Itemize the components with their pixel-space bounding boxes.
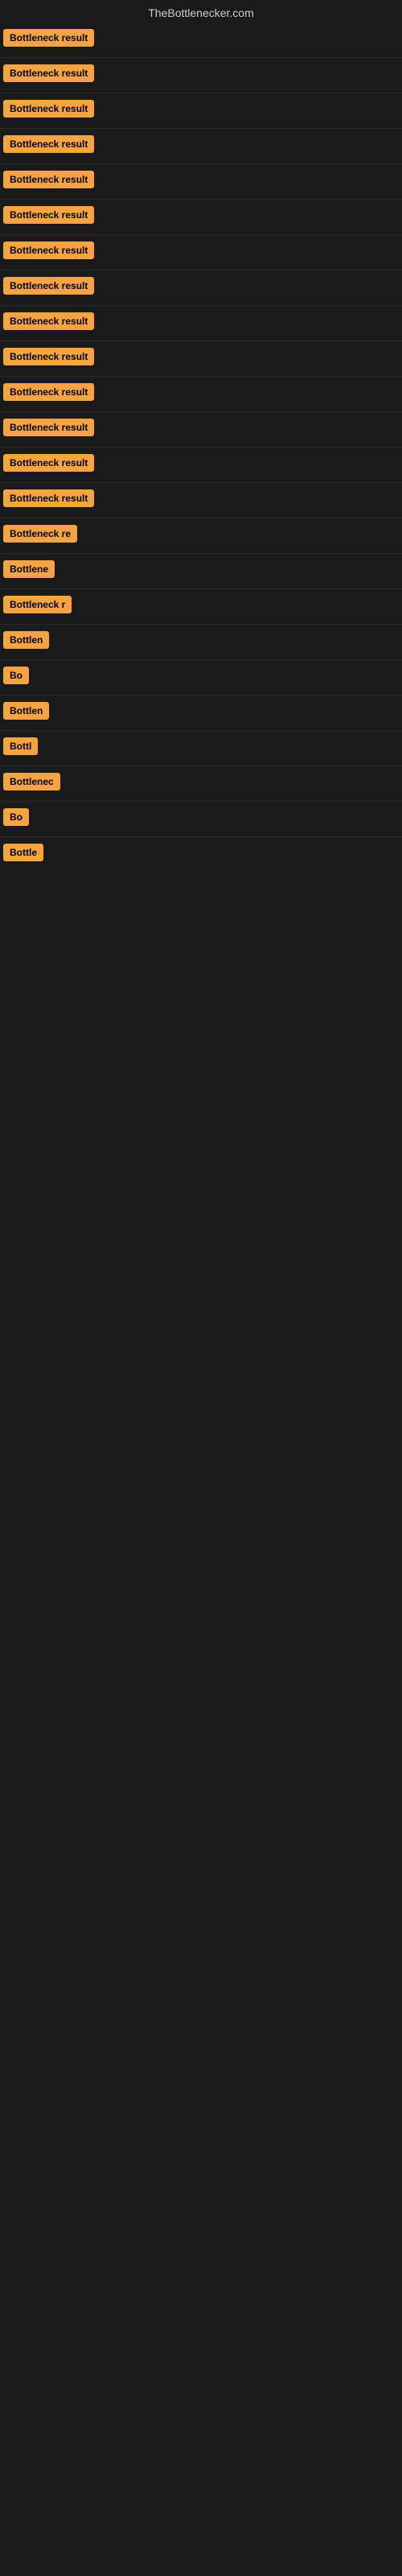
site-title: TheBottlenecker.com [0, 0, 402, 23]
bottleneck-badge-21[interactable]: Bottl [3, 737, 38, 755]
bottleneck-badge-10[interactable]: Bottleneck result [3, 348, 94, 365]
bottleneck-badge-7[interactable]: Bottleneck result [3, 242, 94, 259]
result-row: Bottleneck result [0, 93, 402, 129]
bottleneck-badge-9[interactable]: Bottleneck result [3, 312, 94, 330]
result-row: Bottleneck result [0, 306, 402, 341]
bottleneck-badge-11[interactable]: Bottleneck result [3, 383, 94, 401]
bottleneck-badge-1[interactable]: Bottleneck result [3, 29, 94, 47]
bottleneck-badge-20[interactable]: Bottlen [3, 702, 49, 720]
result-row: Bottlene [0, 554, 402, 589]
bottleneck-badge-6[interactable]: Bottleneck result [3, 206, 94, 224]
bottleneck-badge-4[interactable]: Bottleneck result [3, 135, 94, 153]
bottleneck-badge-2[interactable]: Bottleneck result [3, 64, 94, 82]
result-row: Bottleneck result [0, 270, 402, 306]
result-row: Bottleneck result [0, 23, 402, 58]
bottleneck-badge-22[interactable]: Bottlenec [3, 773, 60, 791]
result-row: Bottleneck result [0, 164, 402, 200]
bottleneck-badge-14[interactable]: Bottleneck result [3, 489, 94, 507]
bottleneck-badge-23[interactable]: Bo [3, 808, 29, 826]
result-row: Bottleneck result [0, 129, 402, 164]
bottleneck-badge-18[interactable]: Bottlen [3, 631, 49, 649]
result-row: Bottlen [0, 625, 402, 660]
bottleneck-badge-12[interactable]: Bottleneck result [3, 419, 94, 436]
bottleneck-badge-17[interactable]: Bottleneck r [3, 596, 72, 613]
bottleneck-badge-15[interactable]: Bottleneck re [3, 525, 77, 543]
bottleneck-badge-24[interactable]: Bottle [3, 844, 43, 861]
result-row: Bo [0, 660, 402, 696]
result-row: Bo [0, 802, 402, 837]
site-title-container: TheBottlenecker.com [0, 0, 402, 23]
result-row: Bottl [0, 731, 402, 766]
results-list: Bottleneck result Bottleneck result Bottle… [0, 23, 402, 872]
bottleneck-badge-16[interactable]: Bottlene [3, 560, 55, 578]
result-row: Bottleneck result [0, 235, 402, 270]
result-row: Bottleneck result [0, 58, 402, 93]
result-row: Bottleneck r [0, 589, 402, 625]
result-row: Bottleneck result [0, 448, 402, 483]
result-row: Bottle [0, 837, 402, 872]
bottleneck-badge-13[interactable]: Bottleneck result [3, 454, 94, 472]
result-row: Bottlenec [0, 766, 402, 802]
bottleneck-badge-3[interactable]: Bottleneck result [3, 100, 94, 118]
result-row: Bottleneck result [0, 200, 402, 235]
result-row: Bottleneck result [0, 377, 402, 412]
result-row: Bottlen [0, 696, 402, 731]
result-row: Bottleneck result [0, 341, 402, 377]
result-row: Bottleneck re [0, 518, 402, 554]
bottleneck-badge-5[interactable]: Bottleneck result [3, 171, 94, 188]
result-row: Bottleneck result [0, 412, 402, 448]
bottleneck-badge-8[interactable]: Bottleneck result [3, 277, 94, 295]
bottleneck-badge-19[interactable]: Bo [3, 667, 29, 684]
result-row: Bottleneck result [0, 483, 402, 518]
